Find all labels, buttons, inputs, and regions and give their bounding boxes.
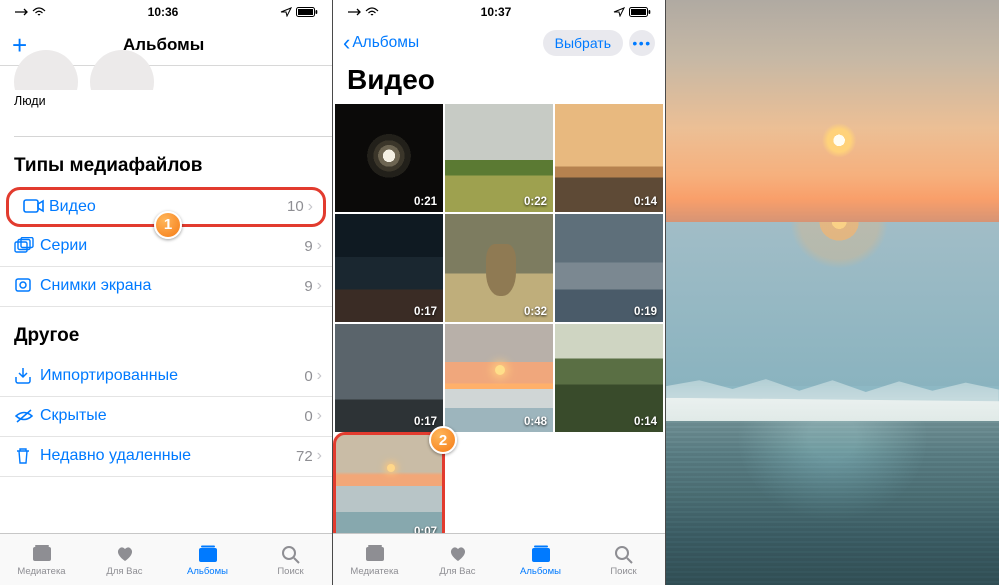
video-thumb[interactable]: 0:17 <box>335 214 443 322</box>
list-item-screenshots[interactable]: Снимки экрана 9 › <box>0 267 332 307</box>
tab-library[interactable]: Медиатека <box>333 534 416 585</box>
list-label: Импортированные <box>40 367 304 385</box>
wifi-icon <box>365 7 379 17</box>
tab-albums[interactable]: Альбомы <box>166 534 249 585</box>
select-button[interactable]: Выбрать <box>543 30 623 56</box>
video-thumb[interactable]: 0:14 <box>555 104 663 212</box>
list-count: 0 <box>304 368 312 385</box>
section-header-other: Другое <box>0 307 332 357</box>
page-title: Видео <box>333 62 665 104</box>
hidden-icon <box>14 408 40 424</box>
tab-library[interactable]: Медиатека <box>0 534 83 585</box>
video-thumb[interactable]: 0:19 <box>555 214 663 322</box>
status-bar: 10:36 <box>0 0 332 24</box>
video-thumb[interactable]: 0:17 <box>335 324 443 432</box>
import-icon <box>14 367 40 385</box>
videos-grid-screen: 10:37 ‹ Альбомы Выбрать ••• Видео 0:21 0… <box>333 0 666 585</box>
chevron-right-icon: › <box>317 407 322 425</box>
video-icon <box>23 199 49 215</box>
nav-bar: ‹ Альбомы Выбрать ••• <box>333 24 665 62</box>
annotation-marker-2: 2 <box>429 426 457 454</box>
list-count: 0 <box>304 408 312 425</box>
back-button[interactable]: ‹ Альбомы <box>343 30 419 56</box>
status-time: 10:36 <box>148 5 179 19</box>
tab-bar: Медиатека Для Вас Альбомы Поиск <box>0 533 332 585</box>
list-count: 9 <box>304 278 312 295</box>
airplane-icon <box>14 7 28 17</box>
list-item-hidden[interactable]: Скрытые 0 › <box>0 397 332 437</box>
tab-foryou[interactable]: Для Вас <box>416 534 499 585</box>
video-thumb[interactable]: 0:48 <box>445 324 553 432</box>
list-item-imports[interactable]: Импортированные 0 › <box>0 357 332 397</box>
chevron-right-icon: › <box>317 237 322 255</box>
tab-bar: Медиатека Для Вас Альбомы Поиск <box>333 533 665 585</box>
tab-search[interactable]: Поиск <box>249 534 332 585</box>
trash-icon <box>14 447 40 465</box>
chevron-left-icon: ‹ <box>343 30 350 56</box>
chevron-right-icon: › <box>317 277 322 295</box>
burst-icon <box>14 237 40 255</box>
list-label: Недавно удаленные <box>40 447 296 465</box>
wifi-icon <box>32 7 46 17</box>
list-count: 10 <box>287 198 304 215</box>
status-time: 10:37 <box>481 5 512 19</box>
list-count: 72 <box>296 448 313 465</box>
battery-icon <box>296 7 318 18</box>
battery-icon <box>629 7 651 18</box>
list-label: Снимки экрана <box>40 277 304 295</box>
chevron-right-icon: › <box>308 198 313 216</box>
chevron-right-icon: › <box>317 447 322 465</box>
list-item-deleted[interactable]: Недавно удаленные 72 › <box>0 437 332 477</box>
video-thumb-selected[interactable]: 0:07 <box>335 434 443 542</box>
video-thumb[interactable]: 0:14 <box>555 324 663 432</box>
status-bar: 10:37 <box>333 0 665 24</box>
list-label: Серии <box>40 237 304 255</box>
back-label: Альбомы <box>352 34 419 52</box>
screenshot-icon <box>14 277 40 295</box>
location-arrow-icon <box>613 7 625 17</box>
more-button[interactable]: ••• <box>629 30 655 56</box>
people-album-row[interactable]: Люди <box>0 66 332 126</box>
video-full-preview[interactable] <box>666 0 999 585</box>
tab-albums[interactable]: Альбомы <box>499 534 582 585</box>
location-arrow-icon <box>280 7 292 17</box>
tab-search[interactable]: Поиск <box>582 534 665 585</box>
section-header-media: Типы медиафайлов <box>0 137 332 187</box>
chevron-right-icon: › <box>317 367 322 385</box>
video-grid: 0:21 0:22 0:14 0:17 0:32 0:19 0:17 0:48 … <box>333 104 665 432</box>
video-thumb[interactable]: 0:32 <box>445 214 553 322</box>
people-label: Люди <box>14 94 318 108</box>
airplane-icon <box>347 7 361 17</box>
tab-foryou[interactable]: Для Вас <box>83 534 166 585</box>
annotation-marker-1: 1 <box>154 211 182 239</box>
list-label: Скрытые <box>40 407 304 425</box>
albums-screen: 10:36 + Альбомы Люди Типы медиафайлов Ви… <box>0 0 333 585</box>
video-thumb[interactable]: 0:22 <box>445 104 553 212</box>
list-count: 9 <box>304 238 312 255</box>
video-thumb[interactable]: 0:21 <box>335 104 443 212</box>
